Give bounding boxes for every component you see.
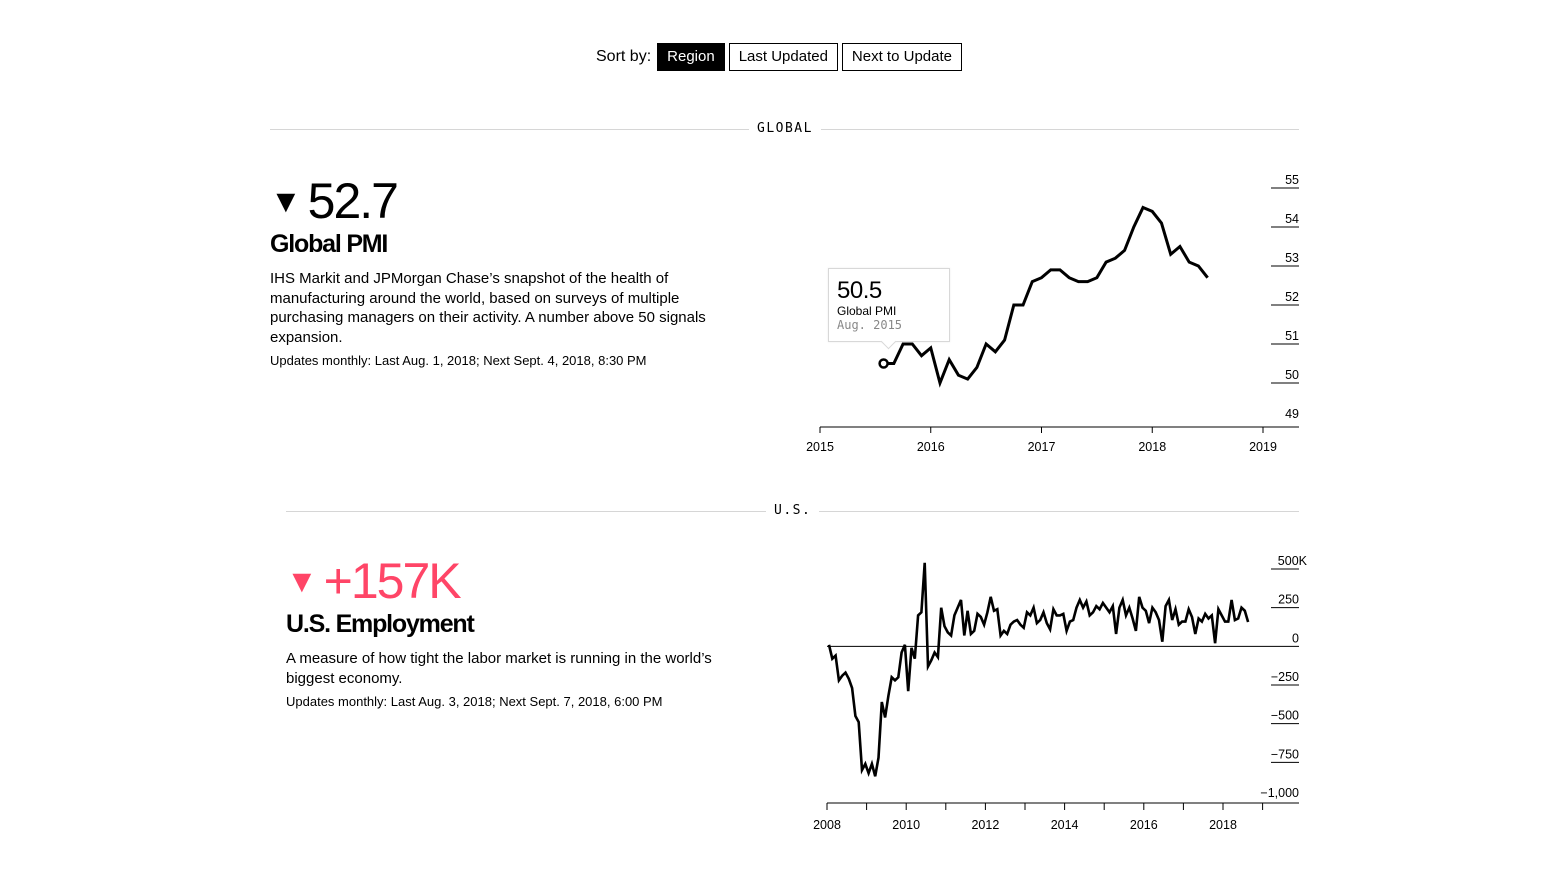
indicator-title[interactable]: U.S. Employment — [286, 610, 756, 639]
indicator-update-schedule: Updates monthly: Last Aug. 1, 2018; Next… — [270, 353, 647, 368]
section-label-global: GLOBAL — [749, 121, 821, 136]
indicator-value-number: 52.7 — [307, 173, 399, 229]
down-arrow-icon: ▼ — [286, 563, 318, 599]
indicator-title[interactable]: Global PMI — [270, 230, 740, 259]
x-tick-label: 2016 — [917, 440, 945, 454]
y-tick-label: −1,000 — [1260, 786, 1299, 800]
highlight-point — [878, 358, 889, 369]
sort-next-to-update-button[interactable]: Next to Update — [841, 43, 962, 71]
y-tick-label: 54 — [1285, 212, 1299, 226]
x-tick-label: 2019 — [1249, 440, 1277, 454]
tooltip-date: Aug. 2015 — [837, 318, 903, 332]
y-tick-label: 53 — [1285, 251, 1299, 265]
x-tick-label: 2012 — [971, 818, 999, 832]
down-arrow-icon: ▼ — [270, 183, 302, 219]
indicator-update-schedule: Updates monthly: Last Aug. 3, 2018; Next… — [286, 694, 663, 709]
indicator-description: A measure of how tight the labor market … — [286, 650, 712, 687]
x-tick-label: 2018 — [1209, 818, 1237, 832]
y-tick-label: 49 — [1285, 407, 1299, 421]
x-tick-label: 2008 — [813, 818, 841, 832]
sort-bar: Sort by: Region Last Updated Next to Upd… — [596, 43, 962, 71]
sort-last-updated-button[interactable]: Last Updated — [728, 43, 838, 71]
chart-tooltip: 50.5 Global PMI Aug. 2015 — [828, 268, 950, 342]
y-tick-label: 52 — [1285, 290, 1299, 304]
indicator-us-employment: ▼ +157K U.S. Employment A measure of how… — [286, 556, 756, 709]
tooltip-series-name: Global PMI — [837, 304, 897, 318]
indicator-value-number: +157K — [323, 553, 462, 609]
y-tick-label: −250 — [1271, 670, 1299, 684]
y-tick-label: 51 — [1285, 329, 1299, 343]
x-tick-label: 2018 — [1138, 440, 1166, 454]
sort-region-button[interactable]: Region — [657, 43, 725, 71]
x-tick-label: 2017 — [1028, 440, 1056, 454]
indicator-description: IHS Markit and JPMorgan Chase’s snapshot… — [270, 270, 706, 346]
y-tick-label: 250 — [1278, 593, 1299, 607]
y-tick-label: −500 — [1271, 709, 1299, 723]
series-line-us-employment — [827, 562, 1250, 778]
y-tick-label: 500K — [1278, 554, 1308, 568]
section-label-us: U.S. — [766, 503, 820, 518]
indicator-value: ▼ +157K — [286, 556, 756, 606]
indicator-value: ▼ 52.7 — [270, 176, 740, 226]
tooltip-value: 50.5 — [837, 277, 882, 304]
y-tick-label: −750 — [1271, 747, 1299, 761]
y-tick-label: 0 — [1292, 631, 1299, 645]
x-tick-label: 2010 — [892, 818, 920, 832]
sort-label: Sort by: — [596, 48, 652, 65]
x-tick-label: 2014 — [1051, 818, 1079, 832]
indicator-global-pmi: ▼ 52.7 Global PMI IHS Markit and JPMorga… — [270, 176, 740, 368]
y-tick-label: 55 — [1285, 173, 1299, 187]
x-tick-label: 2015 — [806, 440, 834, 454]
x-tick-label: 2016 — [1130, 818, 1158, 832]
y-tick-label: 50 — [1285, 368, 1299, 382]
